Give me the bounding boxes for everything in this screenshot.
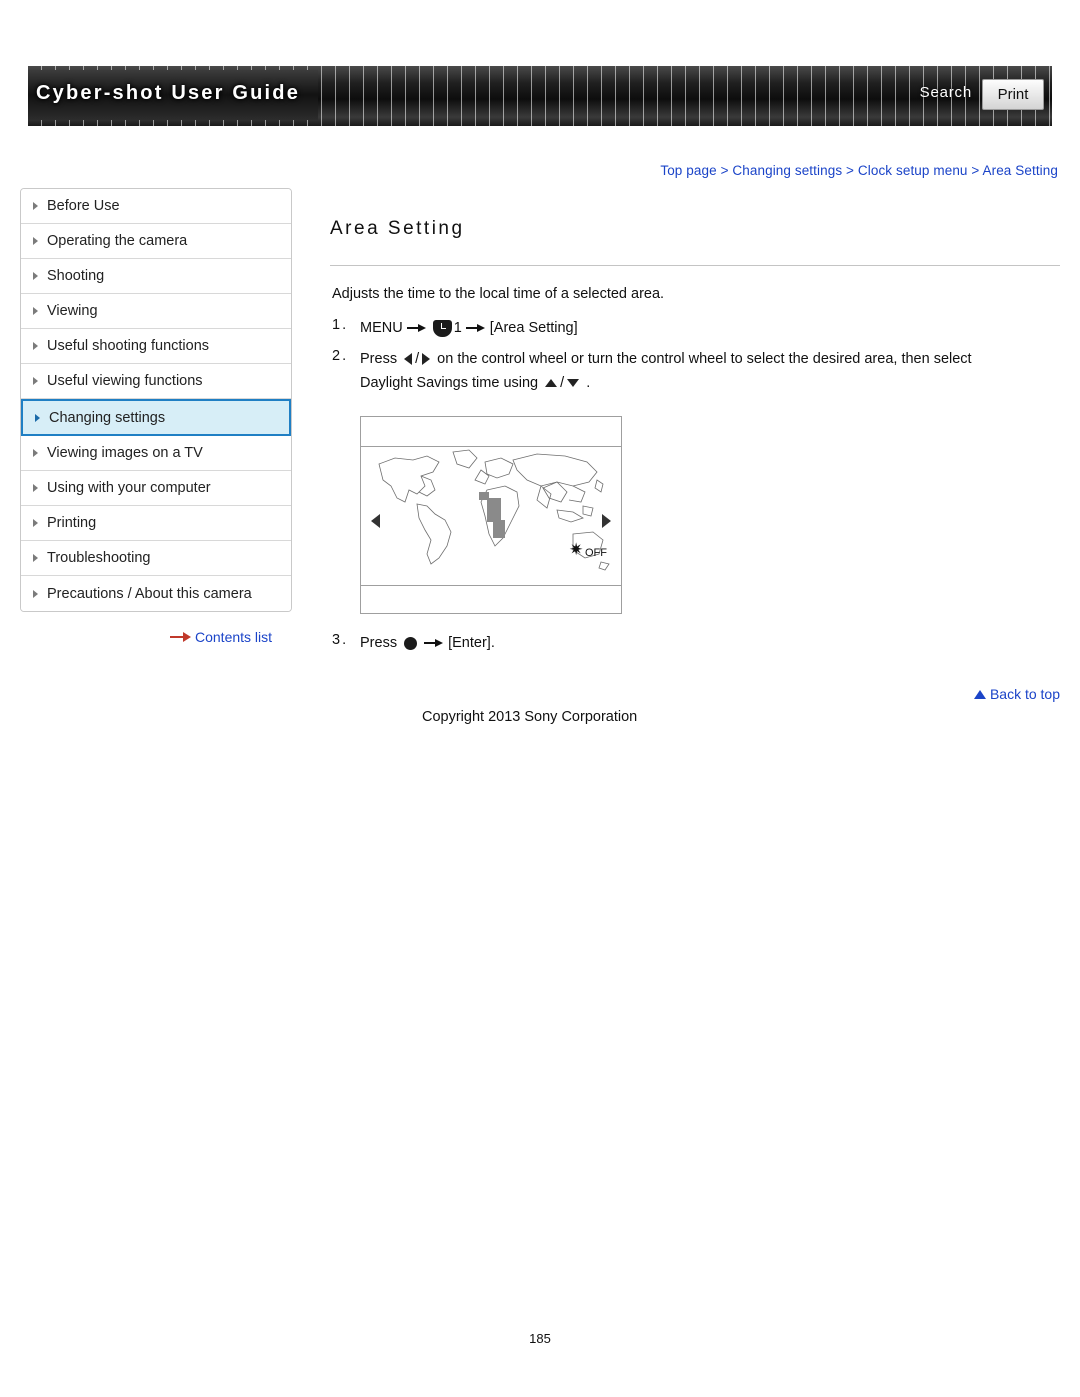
camera-screen-illustration: OFF <box>360 416 622 614</box>
sidebar-item-changing-settings[interactable]: Changing settings <box>21 399 291 436</box>
step-3-enter-label: [Enter]. <box>448 635 495 651</box>
screen-bottom-divider <box>361 585 621 586</box>
right-arrow-icon <box>422 353 431 366</box>
triangle-up-icon <box>973 689 986 699</box>
site-header: Cyber-shot User Guide Search Print <box>28 66 1052 126</box>
sidebar-item-viewing-images-on-a-tv[interactable]: Viewing images on a TV <box>21 436 291 471</box>
arrow-right-icon <box>424 638 444 648</box>
sidebar-item-useful-shooting-functions[interactable]: Useful shooting functions <box>21 329 291 364</box>
chevron-right-icon <box>33 202 38 210</box>
screen-dst-label: OFF <box>585 546 607 559</box>
chevron-right-icon <box>33 342 38 350</box>
sidebar-item-using-with-your-computer[interactable]: Using with your computer <box>21 471 291 506</box>
screen-dst-indicator: OFF <box>569 541 607 560</box>
daylight-savings-icon <box>569 541 584 560</box>
center-button-icon <box>404 636 418 650</box>
step-3-body: Press [Enter]. <box>360 632 752 656</box>
chevron-right-icon <box>33 519 38 527</box>
sidebar-item-label: Using with your computer <box>47 480 211 496</box>
title-divider <box>330 265 1060 266</box>
sidebar-item-label: Before Use <box>47 198 120 214</box>
site-title: Cyber-shot User Guide <box>36 82 301 104</box>
sidebar-navigation: Before Use Operating the camera Shooting… <box>20 188 292 612</box>
chevron-right-icon <box>33 449 38 457</box>
sidebar-item-label: Changing settings <box>49 409 166 426</box>
step-1-menu-index: 1 <box>453 320 462 336</box>
chevron-right-icon <box>33 272 38 280</box>
sidebar-item-printing[interactable]: Printing <box>21 506 291 541</box>
arrow-right-icon <box>465 323 486 333</box>
sidebar-item-label: Useful shooting functions <box>47 338 210 354</box>
step-3: 3. Press [Enter]. <box>332 632 752 656</box>
sidebar-item-viewing[interactable]: Viewing <box>21 294 291 329</box>
sidebar-item-label: Useful viewing functions <box>47 373 203 389</box>
sidebar-item-label: Printing <box>47 515 97 531</box>
step-3-press-label: Press <box>360 635 398 651</box>
breadcrumb-item-top-page[interactable]: Top page <box>660 163 716 178</box>
sidebar-item-useful-viewing-functions[interactable]: Useful viewing functions <box>21 364 291 399</box>
up-arrow-icon <box>545 379 558 388</box>
search-button[interactable]: Search <box>920 84 972 101</box>
step-2-body: Press / on the control wheel or turn the… <box>360 348 1052 396</box>
sidebar-item-label: Precautions / About this camera <box>47 585 252 602</box>
page-number: 185 <box>529 1331 551 1346</box>
screen-right-arrow-icon <box>602 514 611 528</box>
intro-text: Adjusts the time to the local time of a … <box>332 286 665 302</box>
page-title: Area Setting <box>330 218 465 239</box>
sidebar-item-label: Viewing images on a TV <box>47 445 203 461</box>
step-2-number: 2. <box>332 348 349 364</box>
arrow-right-icon <box>406 323 427 333</box>
chevron-right-icon <box>33 237 38 245</box>
sidebar-item-before-use[interactable]: Before Use <box>21 189 291 224</box>
chevron-right-icon <box>33 484 38 492</box>
step-2: 2. Press / on the control wheel or turn … <box>332 348 1052 396</box>
step-1-target: [Area Setting] <box>489 320 578 336</box>
chevron-right-icon <box>33 589 38 598</box>
copyright-text: Copyright 2013 Sony Corporation <box>422 709 638 725</box>
step-1-menu-label: MENU <box>360 320 403 336</box>
chevron-right-icon <box>33 307 38 315</box>
sidebar-item-operating-the-camera[interactable]: Operating the camera <box>21 224 291 259</box>
breadcrumb-item-area-setting[interactable]: Area Setting <box>983 163 1059 178</box>
step-2-period: . <box>586 374 591 391</box>
contents-list-label: Contents list <box>195 629 273 645</box>
step-1-number: 1. <box>332 317 349 333</box>
sidebar-item-label: Shooting <box>47 268 105 284</box>
back-to-top-link[interactable]: Back to top <box>973 686 1060 702</box>
chevron-right-icon <box>33 377 38 385</box>
step-2-description: on the control wheel or turn the control… <box>437 351 972 367</box>
down-arrow-icon <box>567 379 580 388</box>
breadcrumb-item-changing-settings[interactable]: Changing settings <box>732 163 842 178</box>
screen-left-arrow-icon <box>371 514 380 528</box>
arrow-right-icon <box>170 632 192 642</box>
clock-setup-icon <box>432 319 452 337</box>
world-map-graphic <box>378 449 610 571</box>
left-arrow-icon <box>404 353 413 366</box>
breadcrumb-item-clock-setup-menu[interactable]: Clock setup menu <box>858 163 968 178</box>
sidebar-item-shooting[interactable]: Shooting <box>21 259 291 294</box>
sidebar-item-precautions-about-this-camera[interactable]: Precautions / About this camera <box>21 576 291 611</box>
sidebar-item-label: Troubleshooting <box>47 550 151 566</box>
document-page: Cyber-shot User Guide Search Print Top p… <box>0 0 1080 1397</box>
breadcrumb-separator: > <box>971 163 980 178</box>
chevron-right-icon <box>33 554 38 562</box>
main-content: Area Setting <box>330 218 1060 262</box>
breadcrumb-separator: > <box>720 163 729 178</box>
breadcrumb: Top page > Changing settings > Clock set… <box>660 163 1058 178</box>
step-2-slash-1: / <box>415 351 420 367</box>
step-1: 1. MENU 1 [Area Setting] <box>332 317 1032 341</box>
chevron-right-icon <box>35 413 40 422</box>
back-to-top-label: Back to top <box>989 686 1060 702</box>
sidebar-item-label: Viewing <box>47 303 98 319</box>
step-3-number: 3. <box>332 632 349 648</box>
breadcrumb-separator: > <box>846 163 855 178</box>
step-2-dst-text: Daylight Savings time using <box>360 374 539 391</box>
contents-list-link[interactable]: Contents list <box>170 629 272 645</box>
sidebar-item-troubleshooting[interactable]: Troubleshooting <box>21 541 291 576</box>
print-button[interactable]: Print <box>982 79 1044 110</box>
step-2-slash-2: / <box>560 374 565 391</box>
step-2-press-label: Press <box>360 351 398 367</box>
sidebar-item-label: Operating the camera <box>47 233 188 249</box>
step-1-body: MENU 1 [Area Setting] <box>360 317 1032 341</box>
